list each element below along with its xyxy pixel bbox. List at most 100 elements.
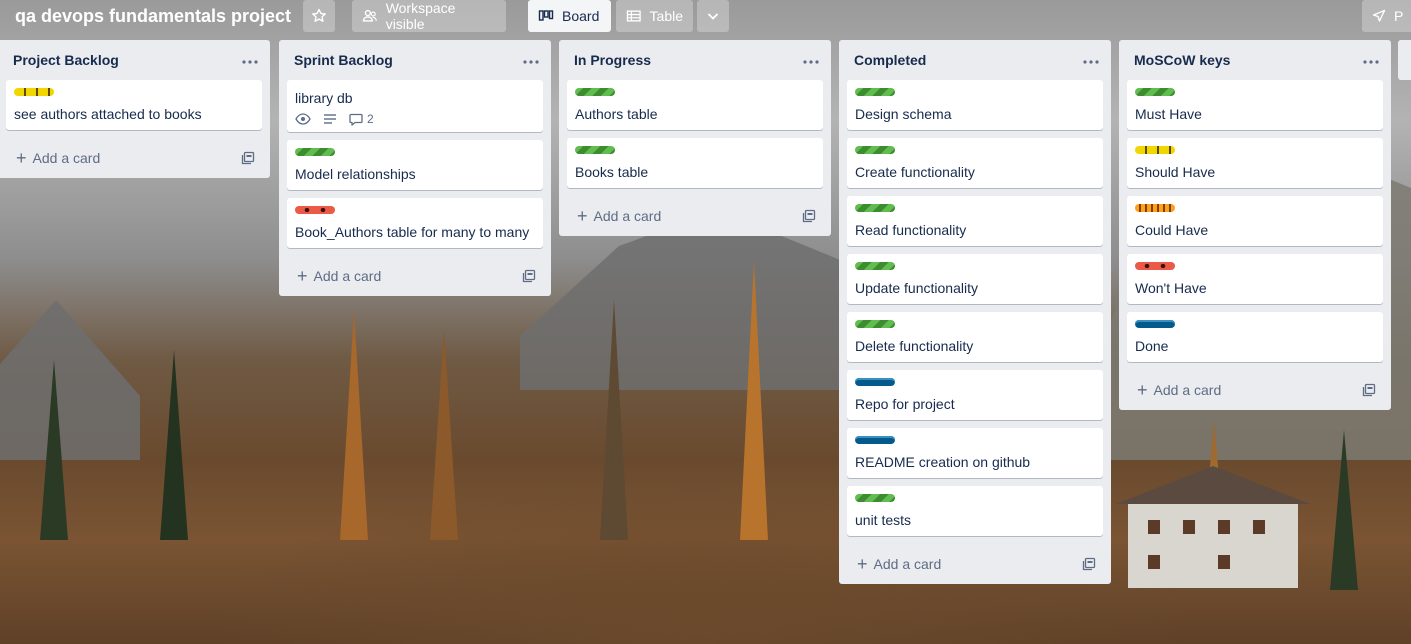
power-ups-label: P — [1394, 8, 1404, 24]
card-template-icon[interactable] — [241, 151, 255, 165]
view-tab-board[interactable]: Board — [528, 0, 611, 32]
board-title[interactable]: qa devops fundamentals project — [15, 5, 291, 27]
card-title: Book_Authors table for many to many — [295, 224, 530, 240]
add-card-label: Add a card — [1153, 382, 1222, 398]
list-menu-icon[interactable] — [523, 51, 539, 69]
card-template-icon[interactable] — [522, 269, 536, 283]
table-icon — [626, 10, 641, 22]
list[interactable]: In Progress Authors table Books table + Add … — [559, 40, 831, 236]
card-template-icon[interactable] — [1362, 383, 1376, 397]
card[interactable]: Create functionality — [847, 138, 1103, 188]
card-label-green[interactable] — [295, 148, 335, 156]
list-header: Sprint Backlog — [279, 40, 551, 80]
card[interactable]: Design schema — [847, 80, 1103, 130]
visibility-button[interactable]: Workspace visible — [352, 0, 506, 32]
card-label-green[interactable] — [1135, 88, 1175, 96]
card-title: see authors attached to books — [14, 106, 202, 122]
card-title: Done — [1135, 338, 1169, 354]
card-title: Delete functionality — [855, 338, 974, 354]
list-menu-icon[interactable] — [803, 51, 819, 69]
card[interactable]: Must Have — [1127, 80, 1383, 130]
card-label-green[interactable] — [855, 146, 895, 154]
card-label-blue[interactable] — [1135, 320, 1175, 328]
tree — [1330, 430, 1358, 590]
tree — [430, 330, 458, 540]
add-card-button[interactable]: + Add a card — [16, 149, 101, 167]
card-template-icon[interactable] — [802, 209, 816, 223]
card-title: Won't Have — [1135, 280, 1207, 296]
star-button[interactable] — [303, 0, 335, 32]
card-template-icon[interactable] — [1082, 557, 1096, 571]
list-footer: + Add a card — [279, 256, 551, 296]
rocket-icon — [1372, 9, 1386, 22]
card[interactable]: README creation on github — [847, 428, 1103, 478]
list-title[interactable]: MoSCoW keys — [1134, 52, 1230, 68]
add-card-button[interactable]: + Add a card — [857, 555, 942, 573]
card-label-yellow[interactable] — [1135, 146, 1175, 154]
card[interactable]: Read functionality — [847, 196, 1103, 246]
card[interactable]: Done — [1127, 312, 1383, 362]
list[interactable]: Sprint Backlog library db 2 Model relations… — [279, 40, 551, 296]
list-title[interactable]: In Progress — [574, 52, 651, 68]
card-badges: 2 — [295, 112, 535, 126]
comments-badge: 2 — [349, 112, 374, 126]
list-menu-icon[interactable] — [1363, 51, 1379, 69]
add-card-label: Add a card — [873, 556, 942, 572]
card-label-red[interactable] — [295, 206, 335, 214]
card[interactable]: Should Have — [1127, 138, 1383, 188]
add-card-button[interactable]: + Add a card — [297, 267, 381, 285]
star-icon — [312, 8, 326, 22]
list-footer: + Add a card — [559, 196, 831, 236]
card[interactable]: Update functionality — [847, 254, 1103, 304]
view-tab-label: Table — [649, 8, 683, 24]
card-list: Must Have Should Have Could Have Won't Have… — [1119, 80, 1391, 362]
card-label-green[interactable] — [855, 204, 895, 212]
list[interactable]: Project Backlog see authors attached to b… — [0, 40, 270, 178]
card[interactable]: Model relationships — [287, 140, 543, 190]
list-menu-icon[interactable] — [1083, 51, 1099, 69]
card-label-green[interactable] — [575, 146, 615, 154]
more-views-button[interactable] — [697, 0, 729, 32]
card[interactable]: Could Have — [1127, 196, 1383, 246]
card-title: unit tests — [855, 512, 912, 528]
card-label-red[interactable] — [1135, 262, 1175, 270]
description-icon — [323, 113, 337, 125]
card-label-green[interactable] — [855, 320, 895, 328]
view-tab-table[interactable]: Table — [616, 0, 693, 32]
card-list: Design schema Create functionality Read fu… — [839, 80, 1111, 536]
list-menu-icon[interactable] — [242, 51, 258, 69]
plus-icon: + — [577, 206, 588, 226]
card-title: Read functionality — [855, 222, 967, 238]
card-label-blue[interactable] — [855, 436, 895, 444]
list[interactable]: MoSCoW keys Must Have Should Have Could Hav… — [1119, 40, 1391, 410]
people-icon — [362, 9, 377, 22]
card-label-green[interactable] — [855, 494, 895, 502]
add-card-button[interactable]: + Add a card — [1137, 381, 1222, 399]
power-ups-button[interactable]: P — [1362, 0, 1411, 32]
list-title[interactable]: Completed — [854, 52, 926, 68]
card-label-green[interactable] — [855, 88, 895, 96]
card-label-yellow[interactable] — [14, 88, 54, 96]
card[interactable]: Book_Authors table for many to many — [287, 198, 543, 248]
card-label-blue[interactable] — [855, 378, 895, 386]
card[interactable]: unit tests — [847, 486, 1103, 536]
card[interactable]: Repo for project — [847, 370, 1103, 420]
card-title: Must Have — [1135, 106, 1202, 122]
add-card-button[interactable]: + Add a card — [577, 206, 661, 226]
card[interactable]: library db 2 — [287, 80, 543, 132]
list[interactable]: Completed Design schema Create functionali… — [839, 40, 1111, 584]
chevron-down-icon — [707, 13, 719, 20]
card-title: Could Have — [1135, 222, 1209, 238]
card[interactable]: Delete functionality — [847, 312, 1103, 362]
card-label-orange[interactable] — [1135, 204, 1175, 212]
card[interactable]: Authors table — [567, 80, 823, 130]
card[interactable]: Won't Have — [1127, 254, 1383, 304]
house — [1116, 466, 1310, 588]
card-label-green[interactable] — [855, 262, 895, 270]
list-title[interactable]: Sprint Backlog — [294, 52, 393, 68]
add-card-label: Add a card — [32, 150, 101, 166]
list-title[interactable]: Project Backlog — [13, 52, 119, 68]
card-label-green[interactable] — [575, 88, 615, 96]
card[interactable]: Books table — [567, 138, 823, 188]
card[interactable]: see authors attached to books — [6, 80, 262, 130]
